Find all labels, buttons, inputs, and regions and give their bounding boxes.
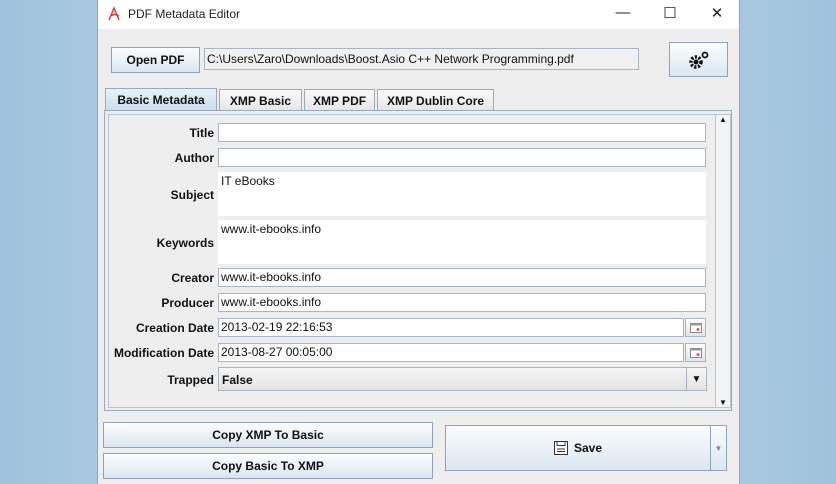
title-input[interactable] bbox=[218, 123, 706, 142]
modification-date-label: Modification Date bbox=[113, 346, 214, 360]
trapped-selected-value: False bbox=[222, 373, 253, 387]
title-label: Title bbox=[189, 126, 214, 140]
keywords-label: Keywords bbox=[156, 236, 214, 250]
producer-input[interactable]: www.it-ebooks.info bbox=[218, 293, 706, 312]
copy-xmp-to-basic-button[interactable]: Copy XMP To Basic bbox=[103, 422, 433, 448]
close-button[interactable]: ✕ bbox=[702, 4, 732, 24]
gears-icon bbox=[688, 51, 708, 69]
creation-date-input[interactable]: 2013-02-19 22:16:53 bbox=[218, 318, 684, 337]
calendar-icon bbox=[689, 347, 702, 358]
producer-label: Producer bbox=[161, 296, 214, 310]
app-window: PDF Metadata Editor — ☐ ✕ Open PDF C:\Us… bbox=[97, 0, 740, 484]
tab-xmp-basic[interactable]: XMP Basic bbox=[219, 89, 302, 111]
save-options-dropdown[interactable]: ▼ bbox=[710, 425, 727, 471]
settings-button[interactable] bbox=[669, 42, 728, 77]
vertical-scrollbar[interactable]: ▲ ▼ bbox=[715, 114, 731, 408]
pdf-app-icon bbox=[108, 6, 120, 21]
maximize-button[interactable]: ☐ bbox=[655, 4, 685, 24]
creation-date-picker-button[interactable] bbox=[685, 318, 706, 337]
author-label: Author bbox=[174, 151, 214, 165]
tab-xmp-dublin-core[interactable]: XMP Dublin Core bbox=[377, 89, 494, 111]
creator-input[interactable]: www.it-ebooks.info bbox=[218, 268, 706, 287]
modification-date-input[interactable]: 2013-08-27 00:05:00 bbox=[218, 343, 684, 362]
floppy-disk-icon bbox=[553, 441, 568, 455]
subject-textarea[interactable]: IT eBooks bbox=[218, 172, 706, 216]
chevron-down-icon[interactable]: ▼ bbox=[686, 368, 706, 390]
subject-label: Subject bbox=[170, 188, 214, 202]
calendar-icon bbox=[689, 322, 702, 333]
window-title: PDF Metadata Editor bbox=[128, 7, 241, 21]
minimize-button[interactable]: — bbox=[608, 4, 638, 24]
trapped-label: Trapped bbox=[167, 373, 214, 387]
copy-basic-to-xmp-button[interactable]: Copy Basic To XMP bbox=[103, 453, 433, 479]
open-pdf-button[interactable]: Open PDF bbox=[111, 47, 200, 73]
scroll-down-icon[interactable]: ▼ bbox=[716, 398, 730, 407]
author-input[interactable] bbox=[218, 148, 706, 167]
trapped-select[interactable]: False ▼ bbox=[218, 367, 707, 391]
tab-basic-metadata[interactable]: Basic Metadata bbox=[105, 88, 217, 111]
tab-xmp-pdf[interactable]: XMP PDF bbox=[304, 89, 375, 111]
scroll-up-icon[interactable]: ▲ bbox=[716, 115, 730, 124]
save-button[interactable]: Save bbox=[445, 425, 711, 471]
file-path-field: C:\Users\Zaro\Downloads\Boost.Asio C++ N… bbox=[204, 48, 639, 70]
keywords-textarea[interactable]: www.it-ebooks.info bbox=[218, 220, 706, 264]
title-bar: PDF Metadata Editor — ☐ ✕ bbox=[98, 0, 739, 29]
modification-date-picker-button[interactable] bbox=[685, 343, 706, 362]
creator-label: Creator bbox=[171, 271, 214, 285]
save-label: Save bbox=[573, 441, 603, 455]
creation-date-label: Creation Date bbox=[135, 321, 214, 335]
chevron-down-icon: ▼ bbox=[714, 443, 723, 453]
